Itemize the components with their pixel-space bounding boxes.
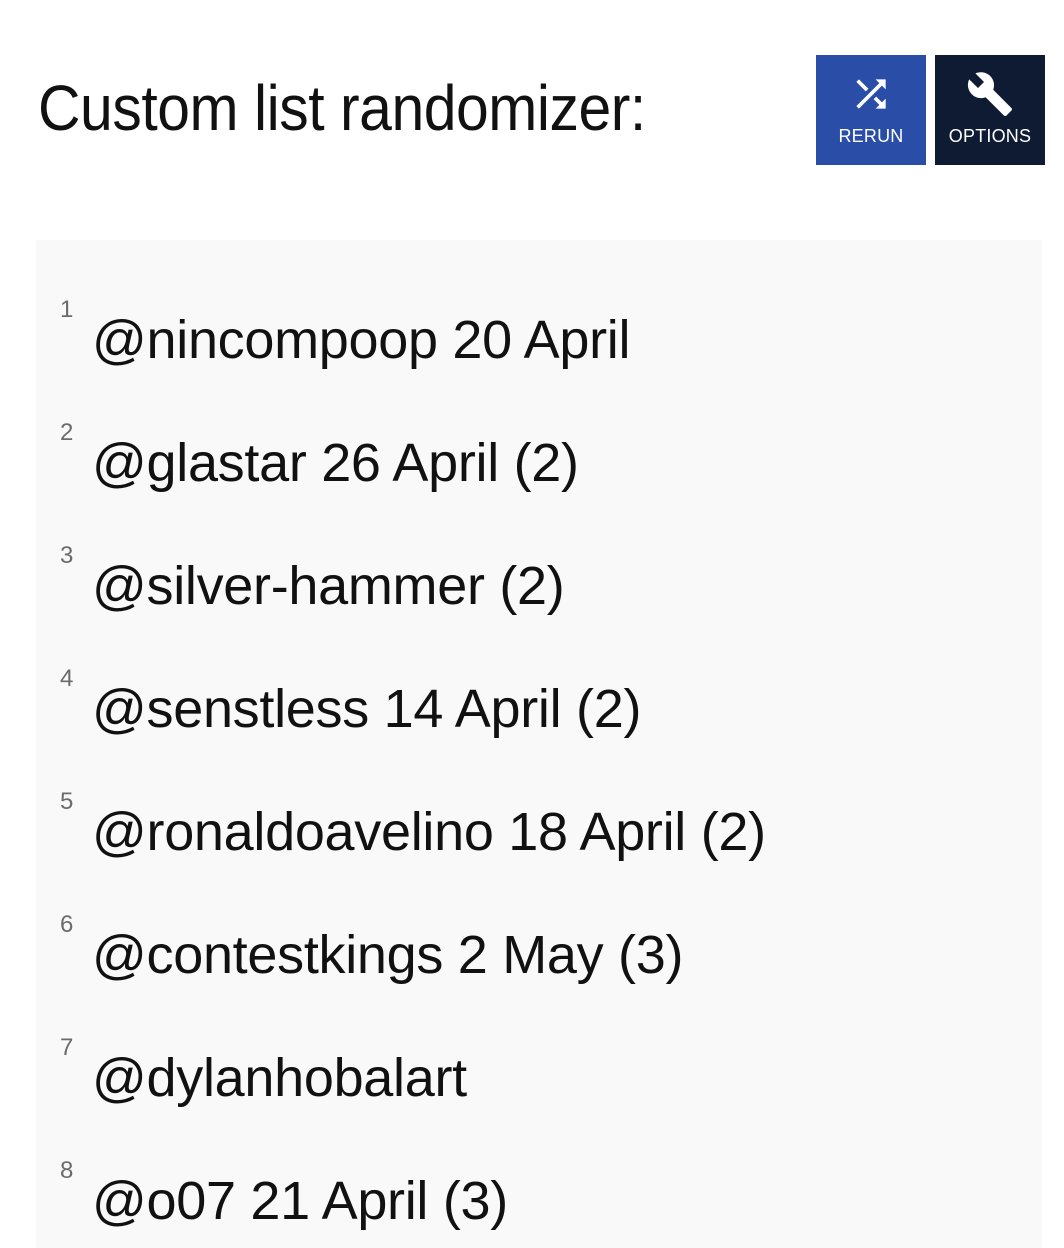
list-item: 2 @glastar 26 April (2) bbox=[36, 411, 1042, 493]
list-item: 6 @contestkings 2 May (3) bbox=[36, 903, 1042, 985]
list-item: 5 @ronaldoavelino 18 April (2) bbox=[36, 780, 1042, 862]
item-text: @silver-hammer (2) bbox=[92, 556, 565, 616]
item-text: @ronaldoavelino 18 April (2) bbox=[92, 802, 766, 862]
item-text: @o07 21 April (3) bbox=[92, 1171, 508, 1231]
item-text: @contestkings 2 May (3) bbox=[92, 925, 684, 985]
item-number: 3 bbox=[60, 542, 74, 569]
item-text: @senstless 14 April (2) bbox=[92, 679, 642, 739]
options-button[interactable]: OPTIONS bbox=[935, 55, 1045, 165]
item-number: 6 bbox=[60, 911, 74, 938]
list-item: 1 @nincompoop 20 April bbox=[36, 288, 1042, 370]
list-item: 8 @o07 21 April (3) bbox=[36, 1149, 1042, 1231]
list-item: 3 @silver-hammer (2) bbox=[36, 534, 1042, 616]
rerun-label: RERUN bbox=[838, 126, 904, 146]
list-item: 7 @dylanhobalart bbox=[36, 1026, 1042, 1108]
list-item: 4 @senstless 14 April (2) bbox=[36, 657, 1042, 739]
page-title: Custom list randomizer: bbox=[38, 72, 646, 144]
item-text: @nincompoop 20 April bbox=[92, 310, 631, 370]
result-list: 1 @nincompoop 20 April 2 @glastar 26 Apr… bbox=[36, 240, 1042, 1248]
options-label: OPTIONS bbox=[948, 126, 1032, 146]
header: Custom list randomizer: RERUN OPTIONS bbox=[0, 0, 1064, 200]
item-number: 2 bbox=[60, 419, 74, 446]
wrench-icon bbox=[965, 69, 1015, 119]
item-number: 8 bbox=[60, 1157, 74, 1184]
item-number: 1 bbox=[60, 296, 74, 323]
item-number: 5 bbox=[60, 788, 74, 815]
item-text: @glastar 26 April (2) bbox=[92, 433, 579, 493]
item-number: 7 bbox=[60, 1034, 74, 1061]
item-number: 4 bbox=[60, 665, 74, 692]
item-text: @dylanhobalart bbox=[92, 1048, 467, 1108]
shuffle-icon bbox=[846, 69, 896, 119]
rerun-button[interactable]: RERUN bbox=[816, 55, 926, 165]
